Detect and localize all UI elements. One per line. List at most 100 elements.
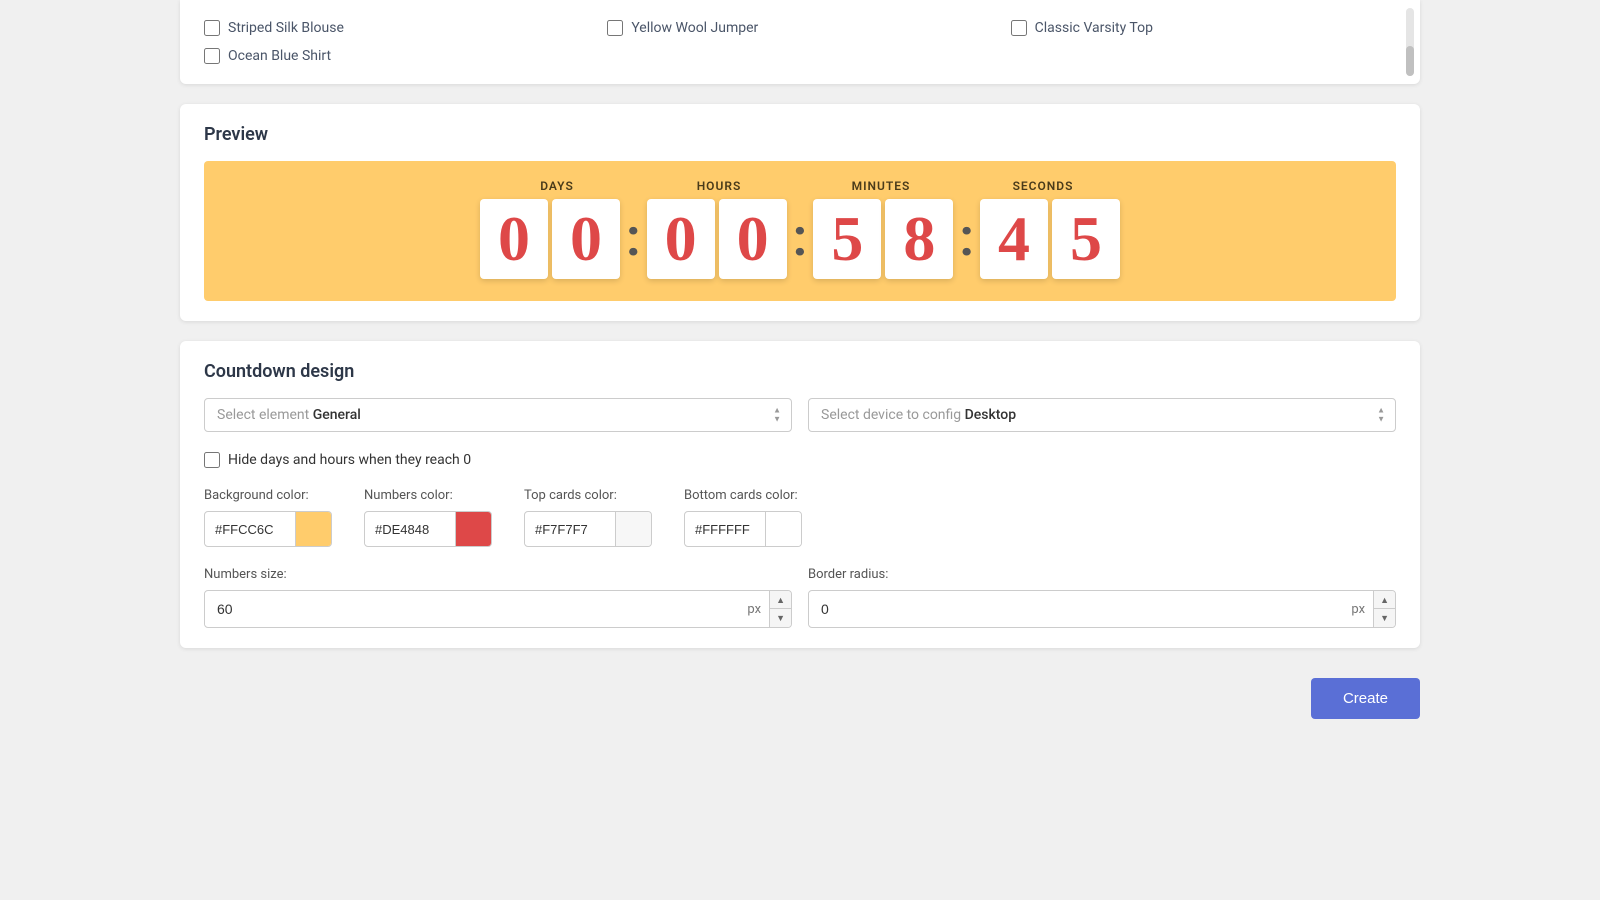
device-select-label: Select device to config [821,407,961,423]
colon-3: : [959,207,974,272]
chevron-down-icon: ▼ [773,416,781,424]
days-digit-1: 0 [552,199,620,279]
color-fields-row: Background color: Numbers color: Top car… [204,488,1396,547]
days-labels: DAYS [487,179,627,193]
select-row: Select element General ▲ ▼ Select device… [204,398,1396,432]
bottom-cards-color-group: Bottom cards color: [684,488,802,547]
days-digit-0: 0 [480,199,548,279]
design-card: Countdown design Select element General … [180,341,1420,648]
countdown-labels-row: DAYS HOURS MINUTES SECONDS [487,179,1113,193]
border-radius-input-row: px ▲ ▼ [808,590,1396,628]
select-arrow-element: ▲ ▼ [773,407,781,424]
top-cards-color-group: Top cards color: [524,488,652,547]
numbers-color-input[interactable] [365,515,455,544]
product-label: Yellow Wool Jumper [631,20,758,36]
bg-color-label: Background color: [204,488,332,503]
product-checkbox-ocean-blue-shirt[interactable] [204,48,220,64]
bg-color-input-row [204,511,332,547]
device-select[interactable]: Select device to config Desktop ▲ ▼ [808,398,1396,432]
seconds-digit-1: 5 [1052,199,1120,279]
top-cards-color-swatch[interactable] [615,512,651,546]
product-checkbox-classic-varsity-top[interactable] [1011,20,1027,36]
minutes-digits: 5 8 [813,199,953,279]
countdown-preview: DAYS HOURS MINUTES SECONDS 0 [204,161,1396,301]
chevron-up-icon: ▲ [1377,407,1385,415]
bg-color-swatch[interactable] [295,512,331,546]
top-cards-color-input[interactable] [525,515,615,544]
seconds-digit-0: 4 [980,199,1048,279]
element-select-value: General [313,407,361,423]
hide-checkbox[interactable] [204,452,220,468]
select-arrow-device: ▲ ▼ [1377,407,1385,424]
hours-digits: 0 0 [647,199,787,279]
hours-labels: HOURS [649,179,789,193]
border-radius-stepper: ▲ ▼ [1373,591,1395,627]
numbers-size-down[interactable]: ▼ [770,609,791,627]
numbers-size-stepper: ▲ ▼ [769,591,791,627]
bg-color-input[interactable] [205,515,295,544]
hide-checkbox-label: Hide days and hours when they reach 0 [228,452,471,468]
border-radius-input[interactable] [809,593,1343,625]
minutes-digit-1: 8 [885,199,953,279]
numbers-size-unit: px [739,602,769,617]
top-cards-color-input-row [524,511,652,547]
bottom-cards-color-label: Bottom cards color: [684,488,802,503]
numbers-size-input-row: px ▲ ▼ [204,590,792,628]
element-select-label: Select element [217,407,309,423]
size-fields-row: Numbers size: px ▲ ▼ Border radius: [204,567,1396,628]
border-radius-down[interactable]: ▼ [1374,609,1395,627]
seconds-digits: 4 5 [980,199,1120,279]
create-button[interactable]: Create [1311,678,1420,719]
element-select[interactable]: Select element General ▲ ▼ [204,398,792,432]
bottom-cards-color-input[interactable] [685,515,765,544]
days-digits: 0 0 [480,199,620,279]
product-checkbox-striped-silk-blouse[interactable] [204,20,220,36]
numbers-color-group: Numbers color: [364,488,492,547]
hours-digit-1: 0 [719,199,787,279]
numbers-size-up[interactable]: ▲ [770,591,791,609]
chevron-down-icon: ▼ [1377,416,1385,424]
colon-1: : [626,207,641,272]
design-grid: Select element General ▲ ▼ Select device… [204,398,1396,628]
border-radius-up[interactable]: ▲ [1374,591,1395,609]
product-list: Striped Silk Blouse Yellow Wool Jumper C… [204,20,1390,64]
numbers-size-label: Numbers size: [204,567,792,582]
numbers-color-label: Numbers color: [364,488,492,503]
preview-card: Preview DAYS HOURS MINUTES SECONDS [180,104,1420,321]
seconds-labels: SECONDS [973,179,1113,193]
seconds-label: SECONDS [973,179,1113,193]
bg-color-group: Background color: [204,488,332,547]
bottom-cards-color-swatch[interactable] [765,512,801,546]
chevron-up-icon: ▲ [773,407,781,415]
border-radius-group: Border radius: px ▲ ▼ [808,567,1396,628]
minutes-label: MINUTES [811,179,951,193]
top-cards-color-label: Top cards color: [524,488,652,503]
numbers-size-group: Numbers size: px ▲ ▼ [204,567,792,628]
scrollbar-thumb[interactable] [1406,46,1414,76]
device-select-value: Desktop [965,407,1016,423]
footer-row: Create [180,668,1420,729]
list-item: Ocean Blue Shirt [204,48,583,64]
product-checkbox-yellow-wool-jumper[interactable] [607,20,623,36]
minutes-digit-0: 5 [813,199,881,279]
hours-digit-0: 0 [647,199,715,279]
hours-label: HOURS [649,179,789,193]
preview-title: Preview [204,124,1396,145]
product-label: Striped Silk Blouse [228,20,344,36]
countdown-digits-row: 0 0 : 0 0 : 5 8 : 4 5 [480,199,1120,279]
hide-checkbox-row: Hide days and hours when they reach 0 [204,452,1396,468]
numbers-color-swatch[interactable] [455,512,491,546]
list-item: Yellow Wool Jumper [607,20,986,36]
product-label: Ocean Blue Shirt [228,48,331,64]
bottom-cards-color-input-row [684,511,802,547]
list-item: Classic Varsity Top [1011,20,1390,36]
minutes-labels: MINUTES [811,179,951,193]
design-title: Countdown design [204,361,1396,382]
border-radius-unit: px [1343,602,1373,617]
product-label: Classic Varsity Top [1035,20,1153,36]
days-label: DAYS [487,179,627,193]
numbers-size-input[interactable] [205,593,739,625]
scrollbar-track[interactable] [1406,8,1414,76]
border-radius-label: Border radius: [808,567,1396,582]
numbers-color-input-row [364,511,492,547]
